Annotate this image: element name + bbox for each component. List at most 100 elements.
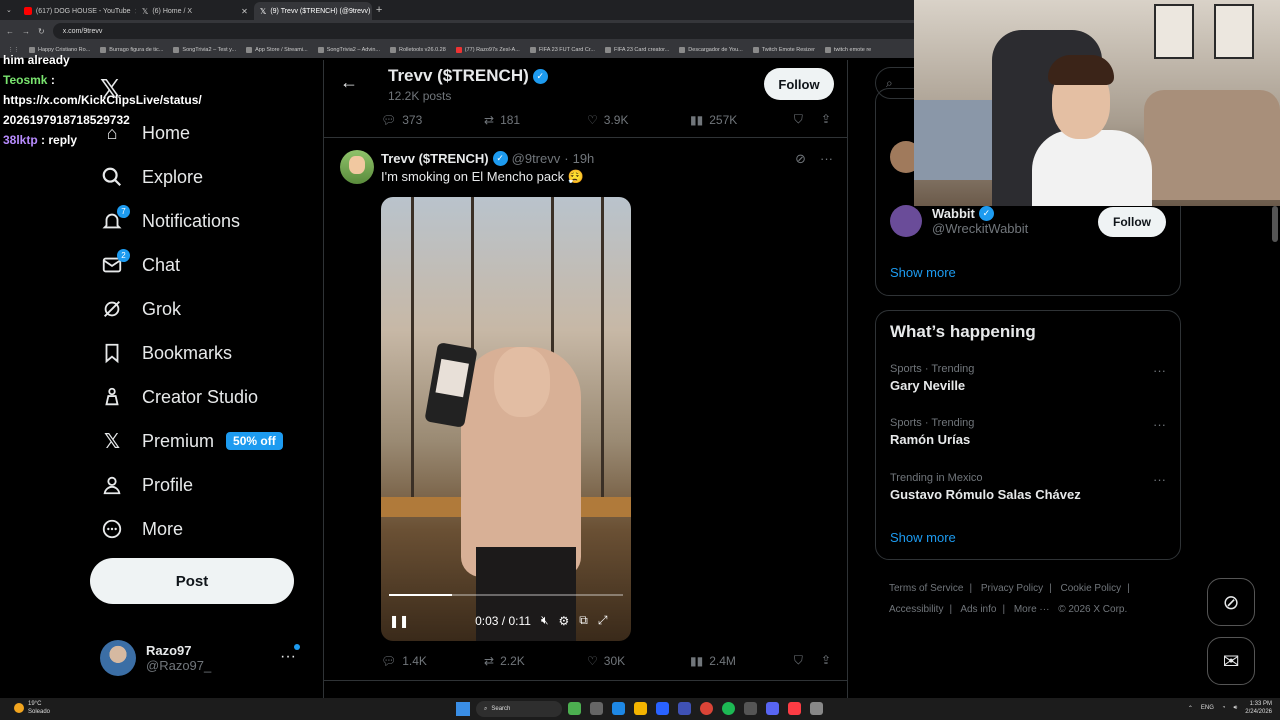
bookmark-item[interactable]: Descargador de You... [679, 47, 743, 53]
views-button[interactable]: ▮▮ 2.4M [690, 654, 793, 668]
views-button[interactable]: ▮▮ 257K [690, 113, 793, 127]
trend-item[interactable]: Sports · Trending Gary Neville ··· [890, 363, 1166, 393]
footer-link[interactable]: More ··· [1014, 604, 1050, 615]
tweet-author-name[interactable]: Trevv ($TRENCH) [381, 151, 489, 166]
spotify-icon[interactable] [722, 702, 735, 715]
tweet-time[interactable]: 19h [573, 151, 595, 166]
taskbar-app-icon[interactable] [568, 702, 581, 715]
like-button[interactable]: ♡ 30K [587, 654, 690, 668]
discord-icon[interactable] [766, 702, 779, 715]
close-tab-icon[interactable]: ✕ [241, 7, 248, 16]
nav-more[interactable]: More [100, 514, 183, 544]
post-button[interactable]: Post [90, 558, 294, 604]
nav-label: Notifications [142, 210, 241, 231]
messages-floating-button[interactable]: ✉ [1207, 637, 1255, 685]
who-to-follow-item[interactable]: Wabbit ✓ @WreckitWabbit [890, 205, 1028, 237]
taskbar-app-icon[interactable] [678, 702, 691, 715]
windows-start-icon[interactable] [456, 702, 470, 716]
grok-icon[interactable]: ⊘ [795, 151, 806, 167]
more-icon[interactable]: ··· [1153, 363, 1166, 378]
more-icon[interactable]: ··· [820, 151, 833, 167]
back-icon[interactable]: ← [6, 27, 14, 36]
clock[interactable]: 1:33 PM 2/24/2026 [1245, 700, 1272, 716]
nav-grok[interactable]: Grok [100, 294, 181, 324]
nav-explore[interactable]: Explore [100, 162, 203, 192]
music-icon[interactable] [788, 702, 801, 715]
show-more-link[interactable]: Show more [890, 530, 956, 545]
back-arrow-icon[interactable]: ← [340, 72, 358, 93]
settings-icon[interactable]: ⚙ [559, 614, 570, 628]
webcam-shirt [1032, 130, 1152, 206]
fullscreen-icon[interactable]: ⤢ [598, 613, 608, 628]
more-icon[interactable]: ··· [1153, 472, 1166, 487]
bookmark-icon[interactable]: ⛉ [794, 112, 803, 127]
nav-label: Creator Studio [142, 386, 259, 407]
taskbar-app-icon[interactable] [590, 702, 603, 715]
pip-icon[interactable]: ⧉ [579, 613, 588, 628]
new-tab-button[interactable]: + [376, 4, 382, 16]
volume-icon[interactable]: 🔊︎ [1234, 705, 1238, 712]
browser-tab-youtube[interactable]: (617) DOG HOUSE - YouTube ✕ [18, 2, 136, 20]
follow-button[interactable]: Follow [764, 68, 834, 100]
footer-link[interactable]: Terms of Service [889, 583, 963, 594]
share-icon[interactable]: ⇪ [821, 112, 831, 127]
tweet-author-handle[interactable]: @9trevv [512, 151, 561, 166]
bookmark-item[interactable]: Rolletools v26.0.28 [390, 47, 446, 53]
taskbar-app-icon[interactable] [744, 702, 757, 715]
footer-link[interactable]: Accessibility [889, 604, 943, 615]
edge-icon[interactable] [612, 702, 625, 715]
bookmark-item[interactable]: FIFA 23 FUT Card Cr... [529, 47, 595, 53]
trend-item[interactable]: Trending in Mexico Gustavo Rómulo Salas … [890, 472, 1166, 502]
browser-tab-x-home[interactable]: 𝕏 (6) Home / X ✕ [136, 2, 254, 20]
nav-premium[interactable]: 𝕏 Premium 50% off [100, 426, 283, 456]
taskbar-search[interactable]: ⌕ Search [476, 701, 562, 717]
bookmark-item[interactable]: App Store / Streami... [246, 47, 308, 53]
nav-notifications[interactable]: 7 Notifications [100, 205, 241, 236]
bookmark-item[interactable]: Twitch Emote Resizer [752, 47, 815, 53]
reply-button[interactable]: 💬︎ 373 [381, 113, 484, 127]
wifi-icon[interactable]: ◔ [1222, 705, 1226, 711]
scrollbar[interactable] [1272, 206, 1278, 242]
chevron-up-icon[interactable]: ⌃ [1188, 705, 1193, 712]
bookmark-icon[interactable]: ⛉ [794, 653, 803, 668]
reply-button[interactable]: 💬︎ 1.4K [381, 654, 484, 668]
browser-tab-trevv[interactable]: 𝕏 (9) Trevv ($TRENCH) (@9trevv) ✕ [253, 2, 372, 20]
reload-icon[interactable]: ↻ [38, 27, 45, 36]
follow-button[interactable]: Follow [1098, 207, 1166, 237]
forward-icon[interactable]: → [22, 27, 30, 36]
footer-link[interactable]: Cookie Policy [1061, 583, 1122, 594]
repost-button[interactable]: ⇄ 2.2K [484, 654, 587, 668]
url-field[interactable]: x.com/9trevv [52, 23, 933, 39]
like-button[interactable]: ♡ 3.9K [587, 113, 690, 127]
nav-chat[interactable]: 2 Chat [100, 249, 180, 280]
pause-icon[interactable]: ❚❚ [389, 614, 409, 628]
nav-creator-studio[interactable]: Creator Studio [100, 382, 258, 412]
chrome-icon[interactable] [700, 702, 713, 715]
taskbar-app-icon[interactable] [810, 702, 823, 715]
tab-menu-icon[interactable]: ⌄ [0, 6, 18, 14]
language-indicator[interactable]: ENG [1201, 705, 1214, 711]
folder-icon[interactable] [634, 702, 647, 715]
repost-button[interactable]: ⇄ 181 [484, 113, 587, 127]
share-icon[interactable]: ⇪ [821, 653, 831, 668]
store-icon[interactable] [656, 702, 669, 715]
weather-widget[interactable]: 19°C Soleado [14, 700, 50, 716]
bookmark-item[interactable]: twitch emote re [824, 47, 871, 53]
bookmark-item[interactable]: (77) Razo97s Zesl-A... [455, 47, 520, 53]
nav-profile[interactable]: Profile [100, 470, 193, 500]
nav-bookmarks[interactable]: Bookmarks [100, 338, 232, 368]
bookmark-item[interactable]: FIFA 23 Card creator... [604, 47, 669, 53]
video-progress-bar[interactable] [389, 594, 623, 596]
grok-floating-button[interactable]: ⊘ [1207, 578, 1255, 626]
mute-icon[interactable]: 🔇︎ [541, 613, 549, 628]
tweet-video[interactable]: ❚❚ 0:03 / 0:11 🔇︎ ⚙ ⧉ ⤢ [381, 197, 631, 641]
show-more-link[interactable]: Show more [890, 265, 956, 280]
footer-link[interactable]: Ads info [960, 604, 996, 615]
trend-item[interactable]: Sports · Trending Ramón Urías ··· [890, 417, 1166, 447]
tweet-author-avatar[interactable] [340, 150, 374, 184]
bookmark-item[interactable]: SongTrivia2 – Advin... [317, 47, 380, 53]
more-icon[interactable]: ··· [280, 648, 296, 666]
footer-link[interactable]: Privacy Policy [981, 583, 1043, 594]
account-switcher[interactable]: Razo97 @Razo97_ ··· [100, 638, 310, 678]
more-icon[interactable]: ··· [1153, 417, 1166, 432]
